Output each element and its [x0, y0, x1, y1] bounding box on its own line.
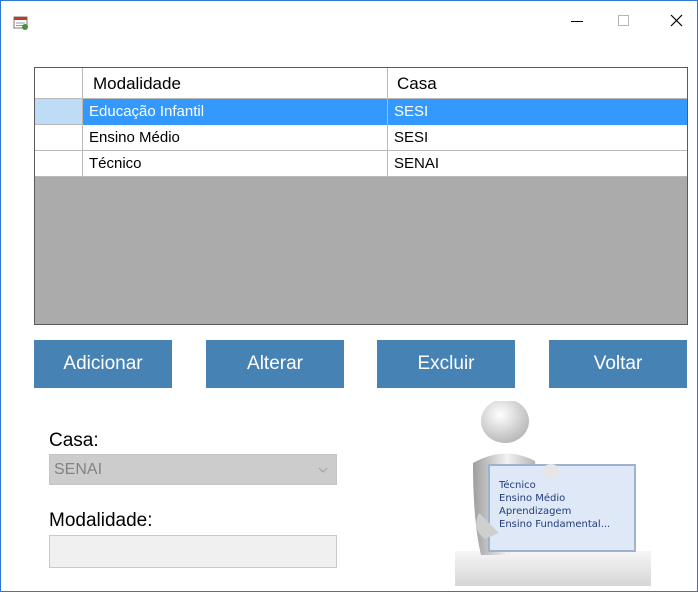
data-grid[interactable]: Modalidade Casa Educação Infantil SESI E… — [34, 67, 688, 325]
casa-label: Casa: — [49, 430, 99, 451]
cell-casa[interactable]: SENAI — [388, 151, 687, 177]
add-button[interactable]: Adicionar — [34, 340, 172, 388]
minimize-icon[interactable] — [555, 1, 601, 41]
edit-button[interactable]: Alterar — [206, 340, 344, 388]
table-row[interactable]: Educação Infantil SESI — [35, 99, 687, 125]
sign-line: Ensino Fundamental... — [499, 519, 611, 530]
sign-line: Técnico — [499, 480, 536, 491]
column-header-modalidade[interactable]: Modalidade — [83, 68, 388, 99]
cell-modalidade[interactable]: Ensino Médio — [83, 125, 388, 151]
table-row[interactable]: Ensino Médio SESI — [35, 125, 687, 151]
delete-button[interactable]: Excluir — [377, 340, 515, 388]
row-header[interactable] — [35, 99, 83, 125]
grid-corner-cell[interactable] — [35, 68, 83, 99]
chevron-down-icon[interactable] — [318, 466, 328, 474]
sign-line: Ensino Médio — [499, 493, 566, 504]
close-icon[interactable] — [653, 1, 698, 41]
title-bar[interactable] — [1, 1, 697, 41]
calendar-form-icon — [13, 16, 28, 30]
cell-modalidade[interactable]: Técnico — [83, 151, 388, 177]
row-header[interactable] — [35, 125, 83, 151]
cell-casa[interactable]: SESI — [388, 125, 687, 151]
modalidade-label: Modalidade: — [49, 510, 153, 531]
casa-select-value: SENAI — [54, 461, 103, 478]
casa-select[interactable]: SENAI — [49, 454, 337, 485]
table-row[interactable]: Técnico SENAI — [35, 151, 687, 177]
maximize-icon[interactable] — [605, 1, 651, 41]
cell-casa[interactable]: SESI — [388, 99, 687, 125]
column-header-casa[interactable]: Casa — [388, 68, 687, 99]
illustration-sign-text: Técnico Ensino Médio Aprendizagem Ensino… — [499, 479, 610, 531]
row-header[interactable] — [35, 151, 83, 177]
grid-header: Modalidade Casa — [35, 68, 687, 99]
back-button[interactable]: Voltar — [549, 340, 687, 388]
app-window: Modalidade Casa Educação Infantil SESI E… — [0, 0, 698, 592]
modalidade-input[interactable] — [49, 535, 337, 568]
cell-modalidade[interactable]: Educação Infantil — [83, 99, 388, 125]
sign-line: Aprendizagem — [499, 506, 572, 517]
